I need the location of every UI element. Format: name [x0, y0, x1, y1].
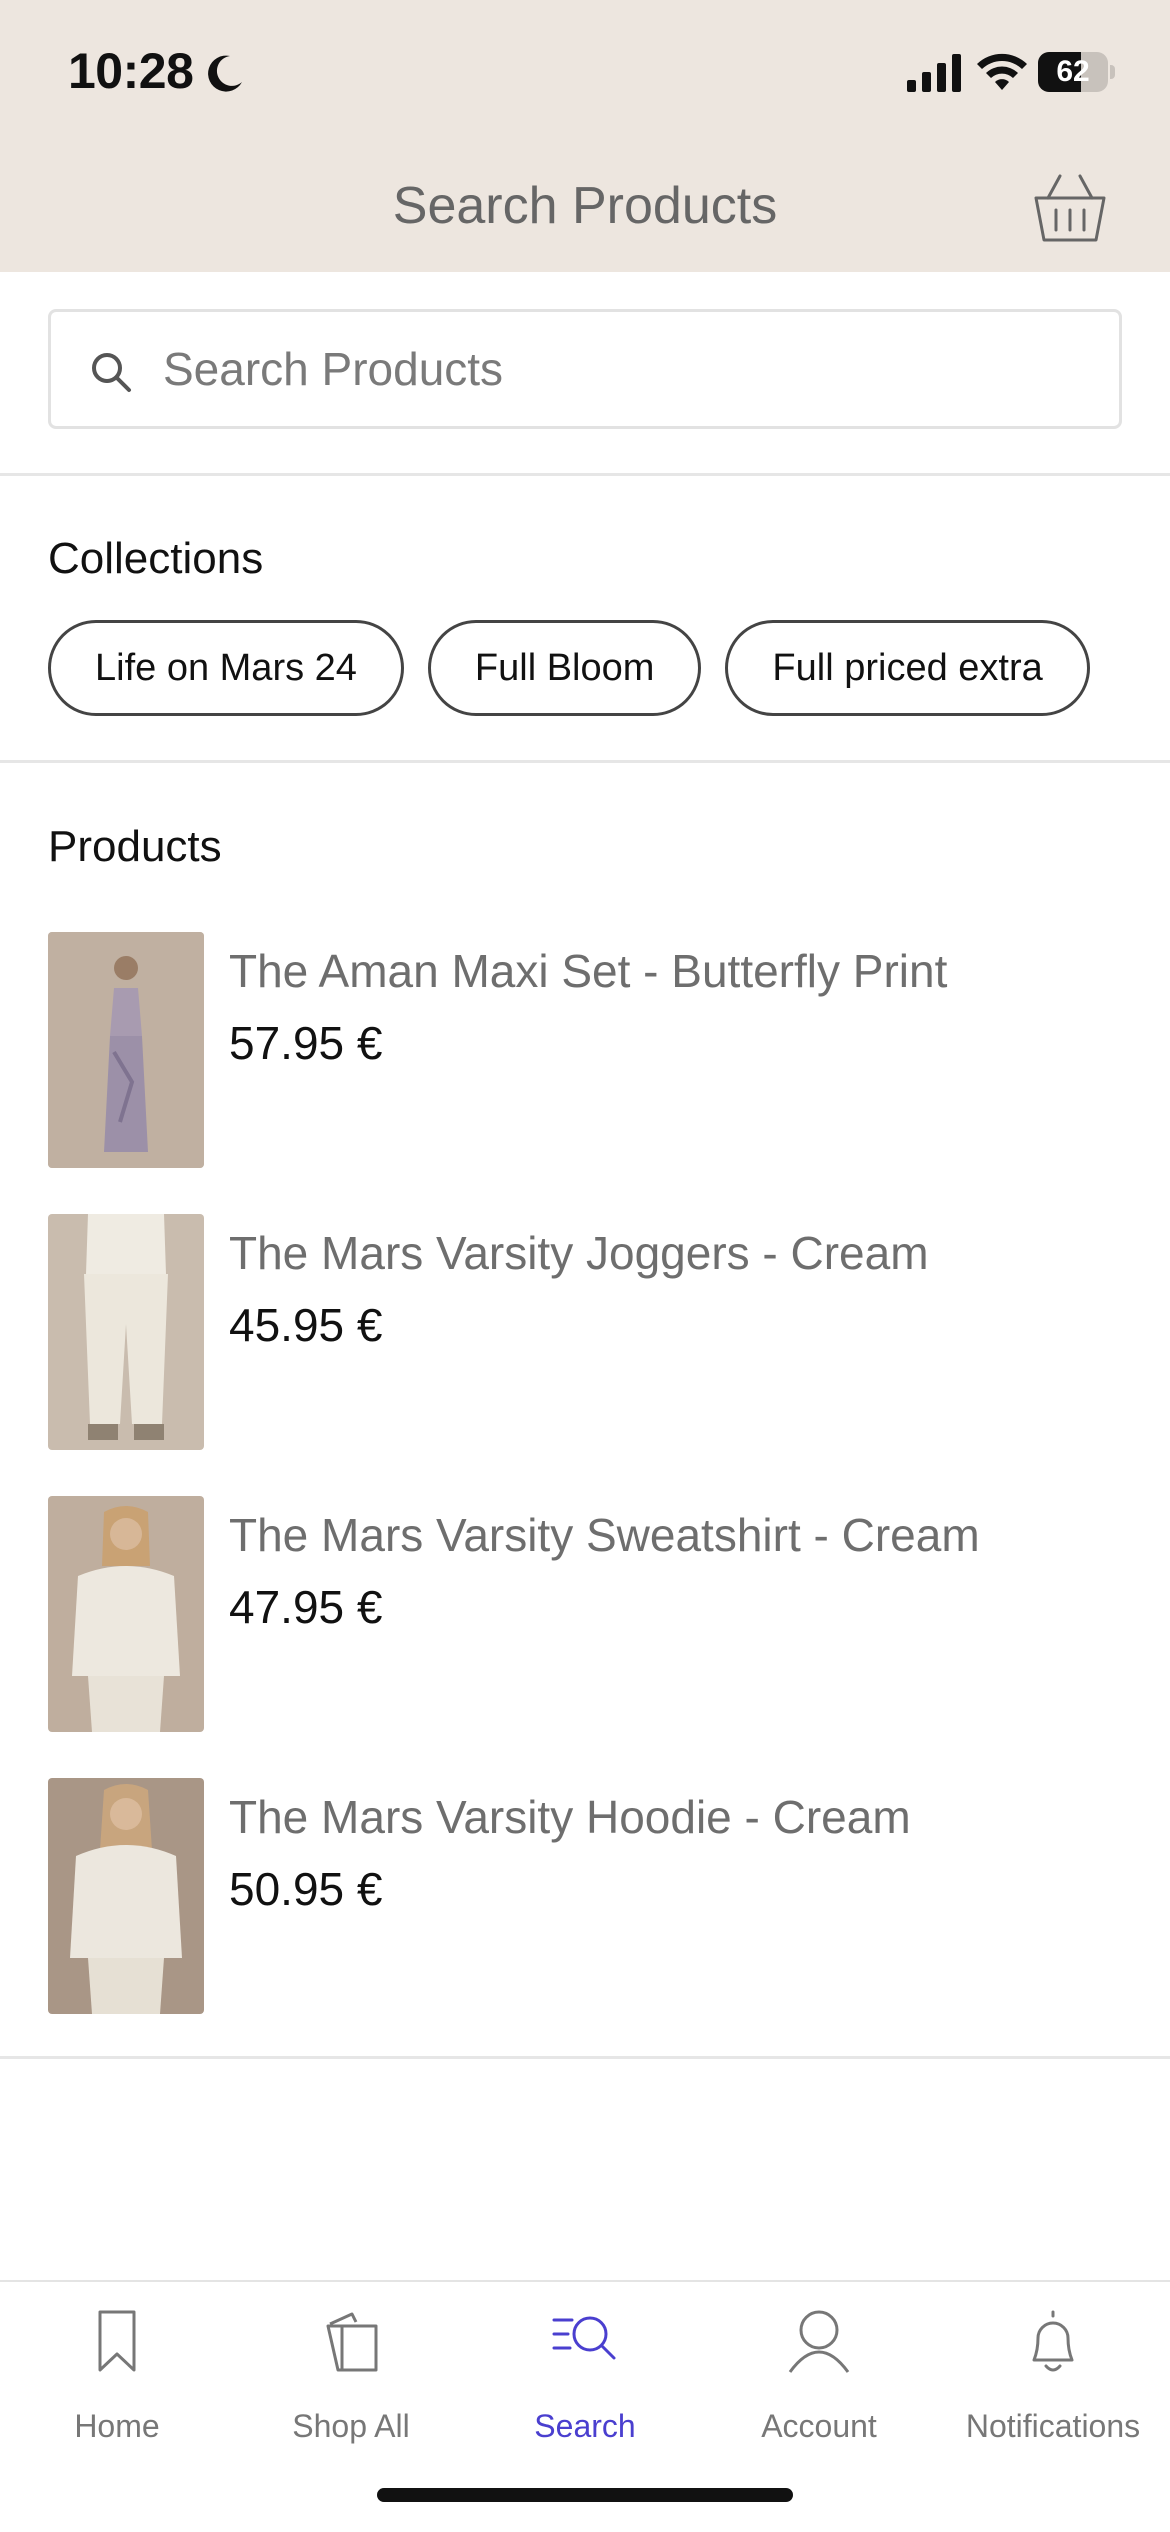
collection-chip-full-priced-extra[interactable]: Full priced extra: [725, 620, 1090, 716]
product-price: 57.95 €: [229, 1017, 383, 1069]
moon-icon: [208, 55, 242, 92]
product-image: [48, 1778, 204, 2014]
tab-home[interactable]: Home: [0, 2302, 234, 2482]
status-time: 10:28: [68, 43, 194, 99]
cellular-signal-icon: [907, 54, 961, 92]
app-header: 10:28 62 Search Products: [0, 0, 1170, 272]
search-icon: [92, 353, 131, 392]
tab-label: Home: [74, 2408, 160, 2444]
collection-chip-full-bloom[interactable]: Full Bloom: [427, 620, 702, 716]
status-bar: 10:28 62: [0, 0, 1170, 140]
product-price: 47.95 €: [229, 1581, 383, 1633]
divider: [0, 473, 1170, 476]
tab-search[interactable]: Search: [468, 2302, 702, 2482]
divider: [0, 760, 1170, 763]
basket-icon[interactable]: [1030, 168, 1110, 248]
product-price: 50.95 €: [229, 1863, 383, 1915]
product-name: The Aman Maxi Set - Butterfly Print: [229, 945, 948, 997]
product-price: 45.95 €: [229, 1299, 383, 1351]
page-title: Search Products: [392, 177, 778, 235]
product-item[interactable]: The Mars Varsity Joggers - Cream 45.95 €: [48, 1214, 1128, 1450]
battery-percent: 62: [1056, 55, 1090, 88]
product-name: The Mars Varsity Joggers - Cream: [229, 1227, 929, 1279]
product-name: The Mars Varsity Hoodie - Cream: [229, 1791, 911, 1843]
search-list-icon: [552, 2316, 616, 2360]
home-indicator[interactable]: [377, 2488, 793, 2502]
bookmark-icon: [98, 2310, 136, 2372]
tab-label: Notifications: [965, 2408, 1141, 2444]
battery-indicator: 62: [1038, 52, 1115, 92]
search-bar[interactable]: [48, 309, 1122, 429]
bell-icon: [1032, 2310, 1074, 2372]
product-name: The Mars Varsity Sweatshirt - Cream: [229, 1509, 980, 1561]
tab-label: Account: [761, 2408, 877, 2444]
product-item[interactable]: The Mars Varsity Hoodie - Cream 50.95 €: [48, 1778, 1128, 2014]
divider: [0, 2056, 1170, 2059]
tab-label: Search: [534, 2408, 636, 2444]
person-icon: [788, 2310, 850, 2373]
search-input[interactable]: [163, 312, 1103, 426]
collection-chip-life-on-mars[interactable]: Life on Mars 24: [48, 620, 404, 716]
wifi-icon: [977, 53, 1027, 90]
tab-label: Shop All: [292, 2408, 410, 2444]
product-item[interactable]: The Mars Varsity Sweatshirt - Cream 47.9…: [48, 1496, 1128, 1732]
shopping-bag-icon: [326, 2312, 378, 2372]
collection-chips: Life on Mars 24 Full Bloom Full priced e…: [48, 620, 1090, 716]
product-item[interactable]: The Aman Maxi Set - Butterfly Print 57.9…: [48, 932, 1128, 1168]
product-image: [48, 932, 204, 1168]
product-image: [48, 1214, 204, 1450]
product-image: [48, 1496, 204, 1732]
tab-notifications[interactable]: Notifications: [936, 2302, 1170, 2482]
tab-account[interactable]: Account: [702, 2302, 936, 2482]
products-heading: Products: [48, 822, 222, 871]
collections-heading: Collections: [48, 534, 264, 583]
tab-shop-all[interactable]: Shop All: [234, 2302, 468, 2482]
